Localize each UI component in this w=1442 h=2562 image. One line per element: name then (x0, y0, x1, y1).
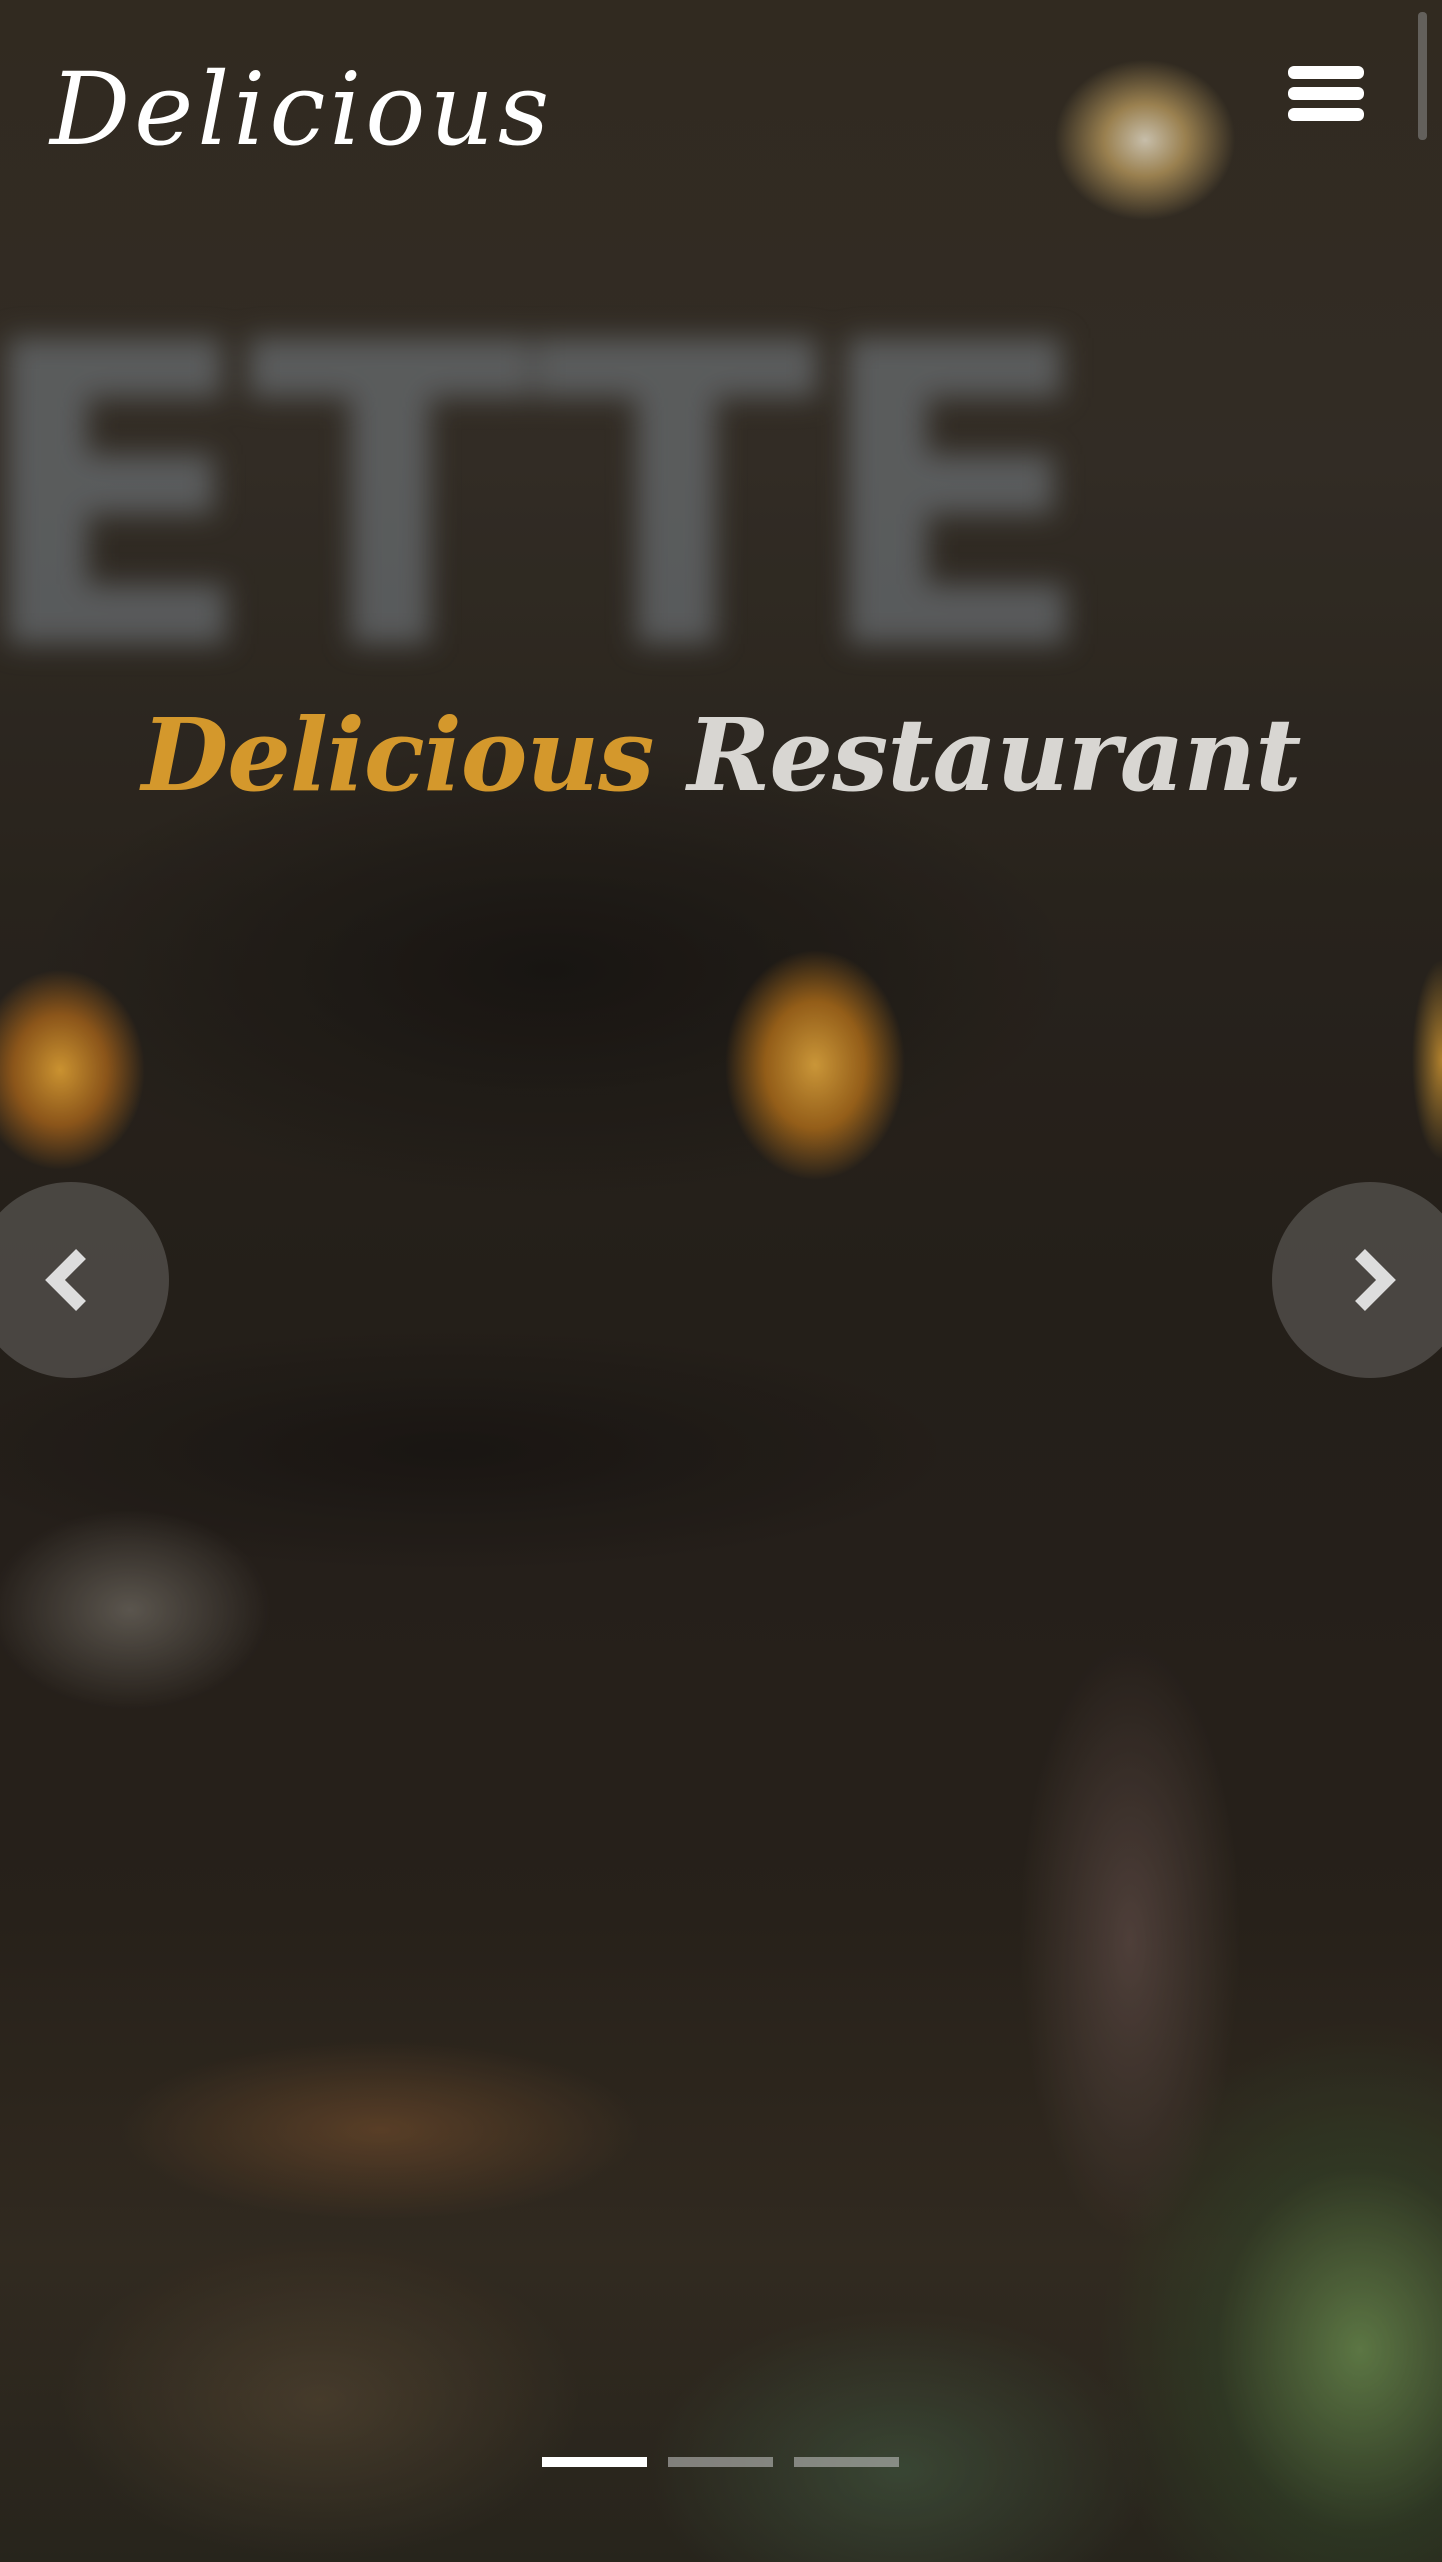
hero-title-highlight: Delicious (141, 696, 655, 814)
hamburger-menu-icon-bar (1288, 87, 1364, 100)
carousel-indicator-2[interactable] (668, 2457, 773, 2467)
hamburger-menu-button[interactable] (1288, 62, 1364, 124)
brand-logo[interactable]: Delicious (50, 55, 553, 165)
chevron-right-icon (1355, 1249, 1396, 1311)
hamburger-menu-icon (1288, 66, 1364, 79)
hero-carousel: ETTE Delicious Delicious Restaurant (0, 0, 1442, 2562)
scrollbar-thumb[interactable] (1418, 12, 1427, 140)
hero-overlay (0, 0, 1442, 2562)
chevron-left-icon (45, 1249, 86, 1311)
hamburger-menu-icon-bar (1288, 108, 1364, 121)
carousel-indicator-1[interactable] (542, 2457, 647, 2467)
carousel-indicator-3[interactable] (794, 2457, 899, 2467)
hero-title: Delicious Restaurant (0, 700, 1442, 810)
hero-title-rest: Restaurant (687, 696, 1301, 814)
